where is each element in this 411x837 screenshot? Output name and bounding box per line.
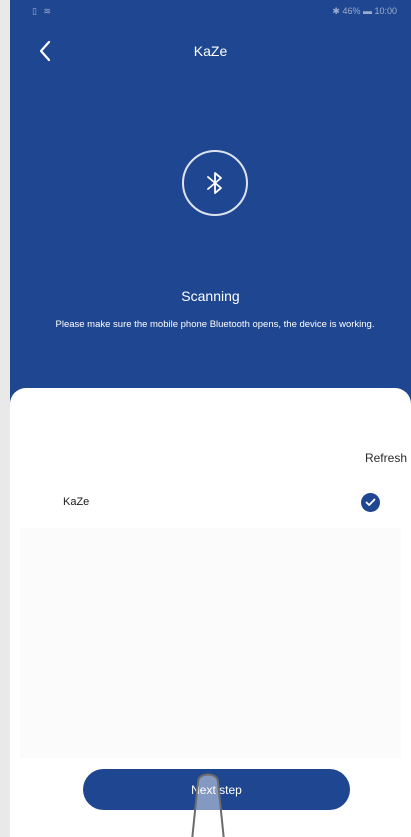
status-bar: ▯ ≋ ✱ 46% ▬ 10:00 [10,0,411,26]
phone-screen: ▯ ≋ ✱ 46% ▬ 10:00 KaZe Scanning Please m… [10,0,411,837]
bluetooth-icon [207,172,222,194]
device-sheet: Refresh KaZe Next step [10,388,411,837]
check-circle-icon [361,493,380,512]
page-title: KaZe [193,43,228,59]
status-bar-right: ✱ 46% ▬ 10:00 [332,6,397,16]
refresh-button[interactable]: Refresh [365,451,407,465]
bluetooth-hint: Please make sure the mobile phone Blueto… [55,319,375,330]
bluetooth-indicator [182,150,248,216]
device-list-item[interactable]: KaZe [20,478,401,528]
status-bar-left: ▯ ≋ [32,6,53,16]
device-list-area [20,528,401,758]
next-step-button[interactable]: Next step [83,769,350,810]
header: ▯ ≋ ✱ 46% ▬ 10:00 KaZe Scanning Please m… [10,0,411,420]
scanning-status: Scanning [181,288,240,304]
device-name: KaZe [63,496,90,508]
